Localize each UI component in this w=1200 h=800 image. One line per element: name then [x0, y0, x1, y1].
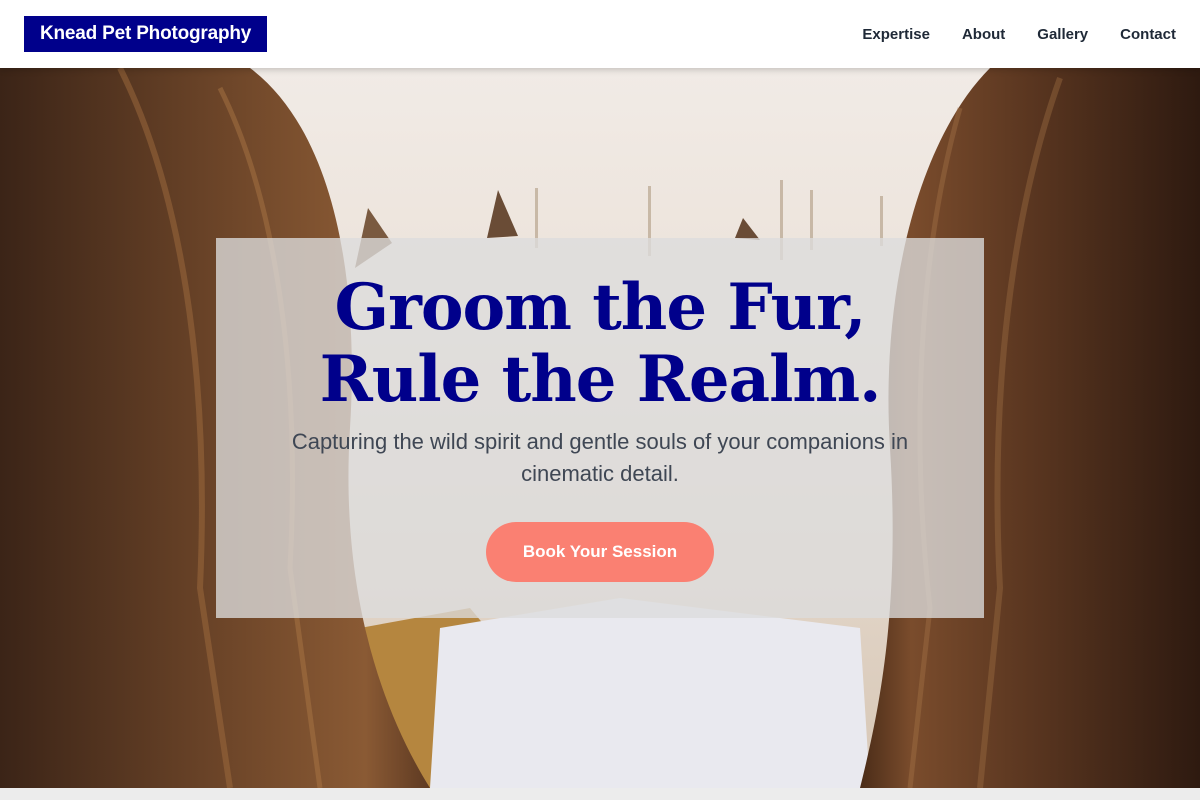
nav-link-gallery[interactable]: Gallery — [1037, 26, 1088, 43]
hero-title: Groom the Fur, Rule the Realm. — [319, 270, 882, 417]
hero-subtitle: Capturing the wild spirit and gentle sou… — [291, 429, 909, 486]
nav-link-expertise[interactable]: Expertise — [862, 26, 930, 43]
nav-link-contact[interactable]: Contact — [1120, 26, 1176, 43]
hero-card: Groom the Fur, Rule the Realm. Capturing… — [216, 238, 984, 618]
nav-link-about[interactable]: About — [962, 26, 1005, 43]
main-nav: Expertise About Gallery Contact — [862, 0, 1176, 68]
site-header: Knead Pet Photography Expertise About Ga… — [0, 0, 1200, 68]
hero-section: Groom the Fur, Rule the Realm. Capturing… — [0, 68, 1200, 788]
section-divider — [0, 788, 1200, 800]
site-logo[interactable]: Knead Pet Photography — [24, 16, 268, 52]
book-session-button[interactable]: Book Your Session — [486, 522, 714, 582]
